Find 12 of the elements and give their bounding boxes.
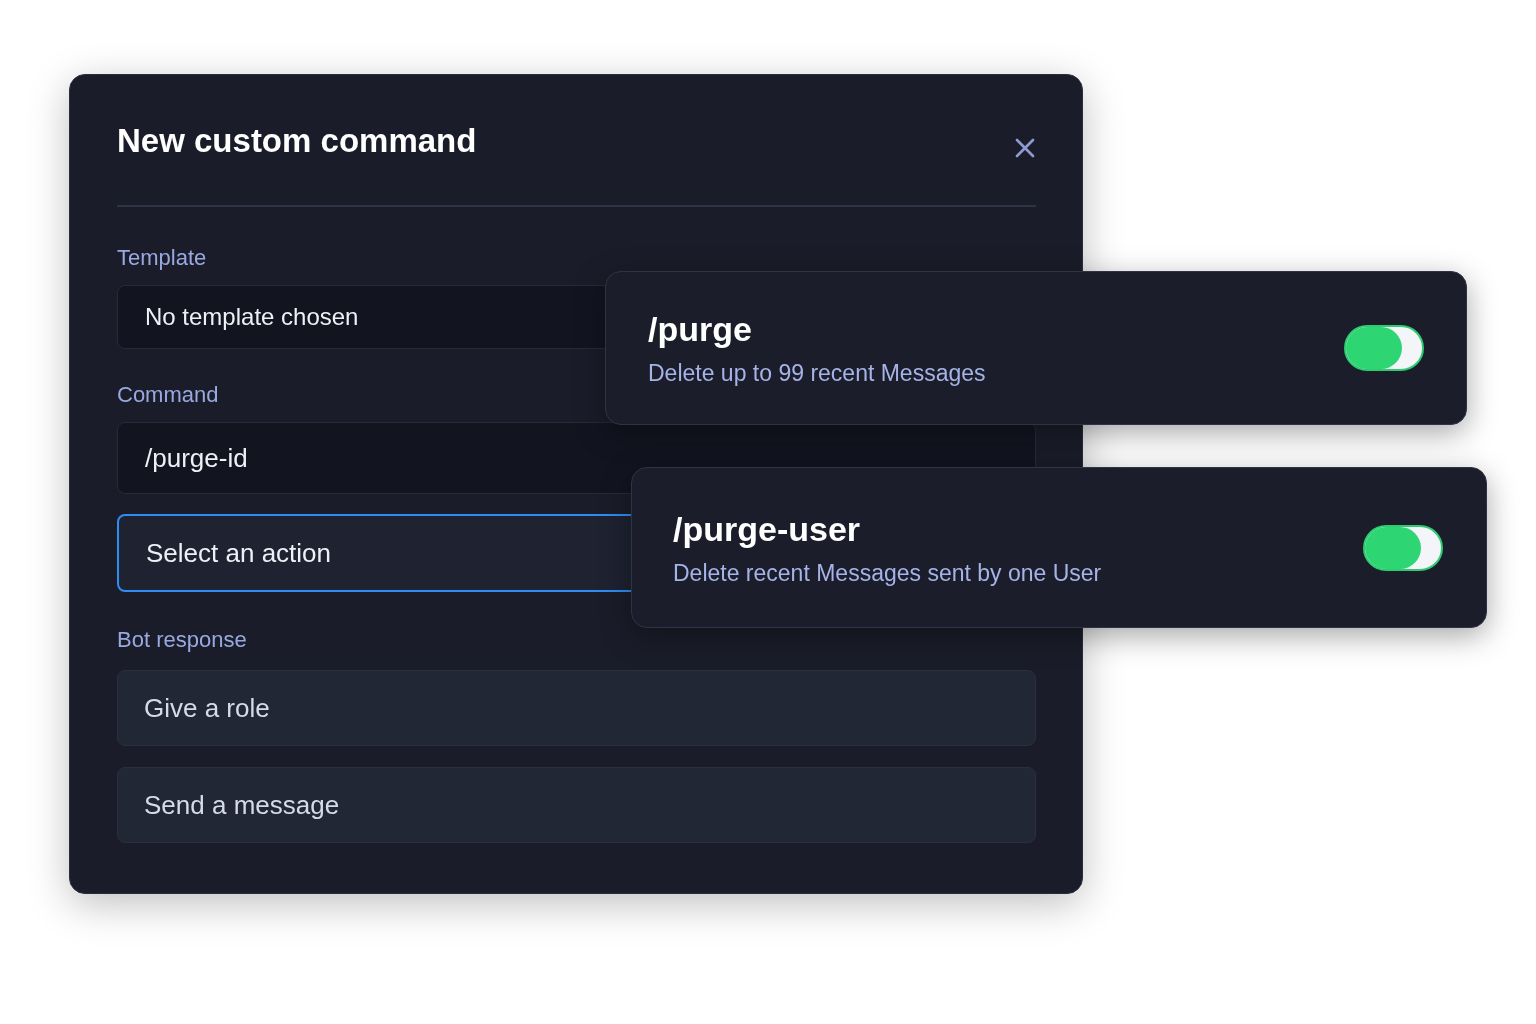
command-description: Delete up to 99 recent Messages (648, 359, 986, 388)
field-label: Command (117, 381, 220, 409)
toggle-switch[interactable] (1363, 524, 1443, 571)
field-label: Bot response (117, 626, 248, 654)
close-icon (1014, 137, 1036, 159)
command-name: /purge (648, 309, 753, 350)
toggle-switch[interactable] (1344, 325, 1424, 371)
response-option[interactable]: Give a role (117, 670, 1036, 746)
close-button[interactable] (1014, 137, 1036, 159)
dialog-title: New custom command (117, 121, 477, 161)
field-label: Template (117, 244, 208, 272)
response-option[interactable]: Send a message (117, 767, 1036, 843)
